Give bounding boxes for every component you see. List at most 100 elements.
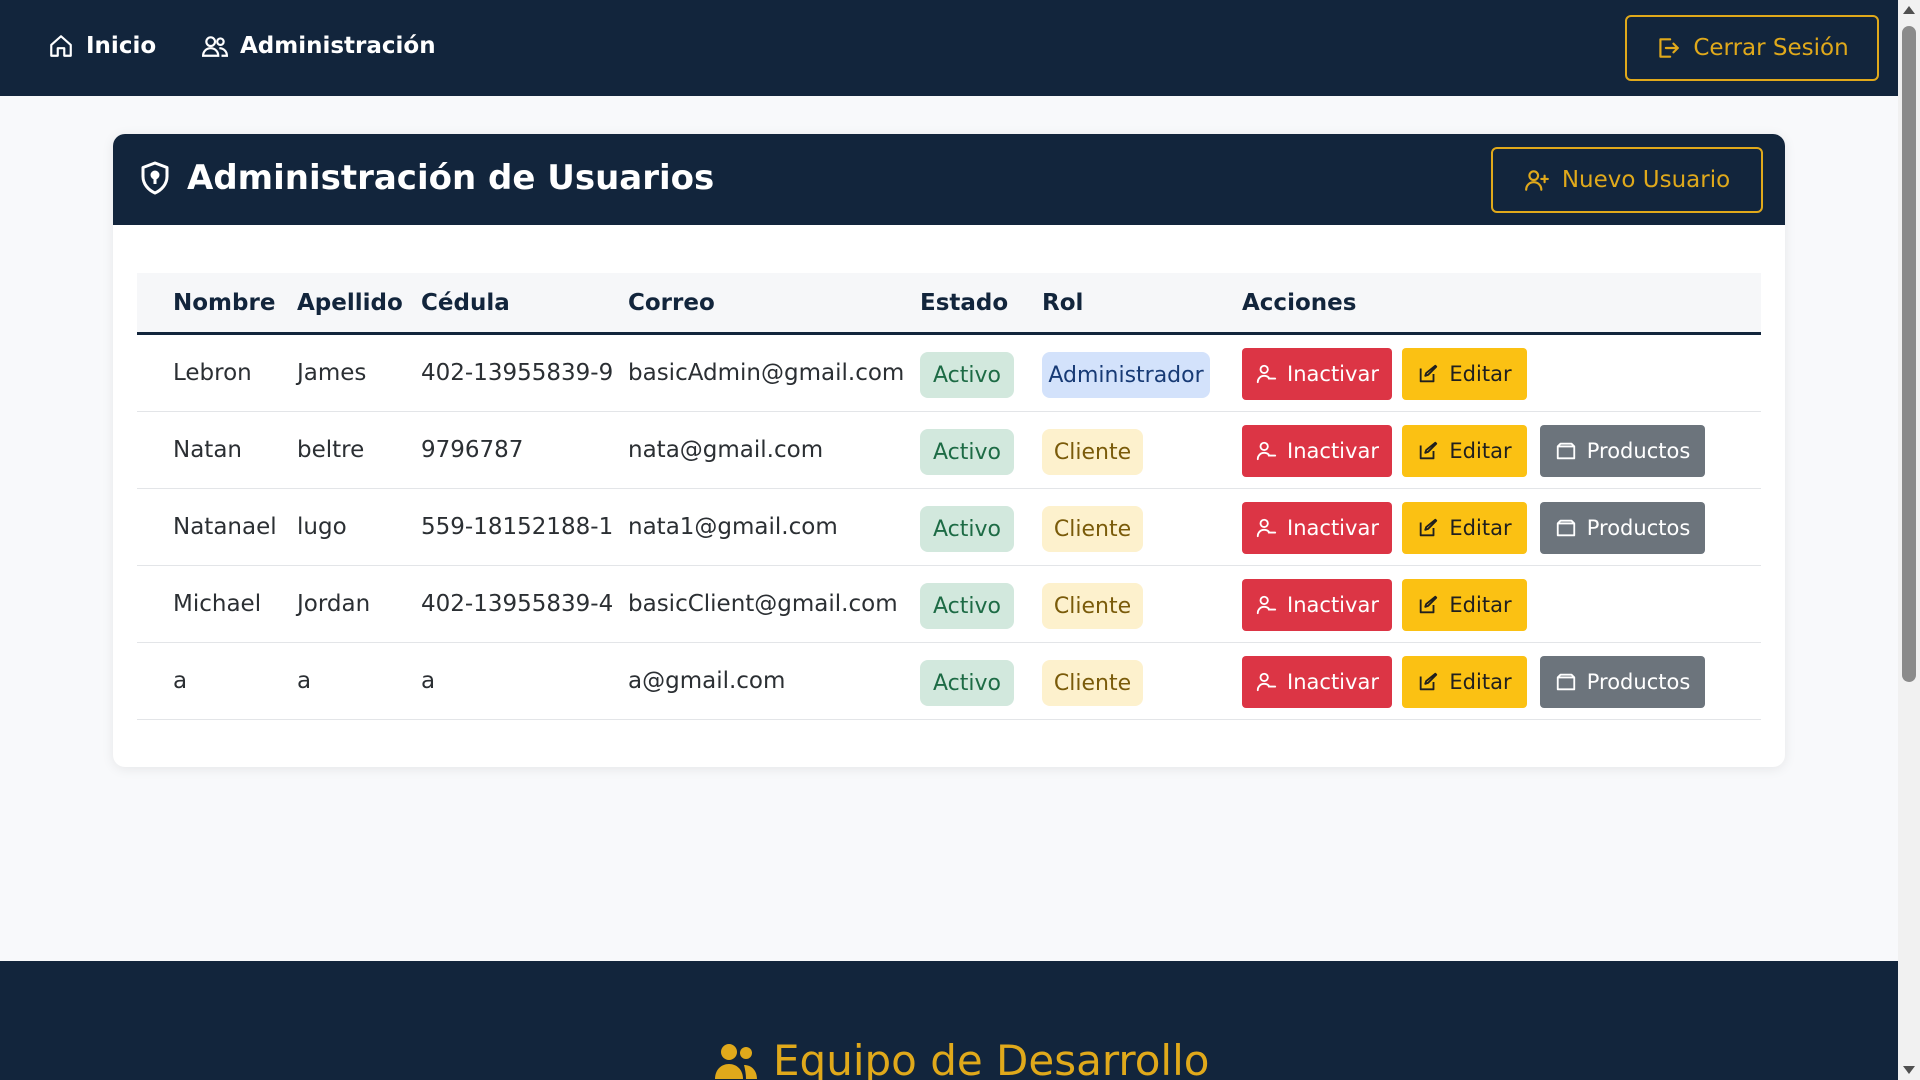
home-icon: [50, 35, 72, 57]
cell-nombre: Natanael: [173, 514, 277, 540]
vertical-scrollbar[interactable]: [1898, 0, 1920, 1080]
deactivate-label: Inactivar: [1287, 670, 1379, 694]
edit-button[interactable]: Editar: [1402, 656, 1527, 708]
status-badge: Activo: [920, 352, 1014, 398]
cell-nombre: Lebron: [173, 360, 252, 386]
deactivate-button[interactable]: Inactivar: [1242, 425, 1392, 477]
table-row: Lebron James 402-13955839-9 basicAdmin@g…: [137, 335, 1761, 412]
role-badge: Cliente: [1042, 506, 1143, 552]
status-badge: Activo: [920, 429, 1014, 475]
table-row: Natanael lugo 559-18152188-1 nata1@gmail…: [137, 489, 1761, 566]
deactivate-label: Inactivar: [1287, 593, 1379, 617]
nav-admin-link[interactable]: Administración: [202, 33, 436, 59]
users-admin-card: Administración de Usuarios Nuevo Usuario…: [113, 134, 1785, 767]
user-slash-icon: [1256, 595, 1277, 615]
cell-correo: a@gmail.com: [628, 668, 786, 694]
footer-title: Equipo de Desarrollo: [713, 1036, 1209, 1080]
edit-label: Editar: [1449, 362, 1512, 386]
table-row: a a a a@gmail.com Activo Cliente Inactiv…: [137, 643, 1761, 720]
edit-label: Editar: [1449, 593, 1512, 617]
header-correo: Correo: [628, 290, 715, 316]
edit-icon: [1420, 518, 1438, 537]
nav-home-label: Inicio: [86, 33, 157, 59]
cell-nombre: Natan: [173, 437, 242, 463]
header-rol: Rol: [1042, 290, 1084, 316]
logout-button[interactable]: Cerrar Sesión: [1625, 15, 1879, 81]
cell-apellido: beltre: [297, 437, 365, 463]
header-nombre: Nombre: [173, 290, 276, 316]
users-table: Nombre Apellido Cédula Correo Estado Rol…: [137, 273, 1761, 720]
status-badge: Activo: [920, 506, 1014, 552]
edit-label: Editar: [1449, 439, 1512, 463]
deactivate-button[interactable]: Inactivar: [1242, 579, 1392, 631]
scroll-up-arrow-icon[interactable]: [1903, 6, 1915, 14]
edit-button[interactable]: Editar: [1402, 348, 1527, 400]
products-button[interactable]: Productos: [1540, 502, 1705, 554]
deactivate-label: Inactivar: [1287, 516, 1379, 540]
products-label: Productos: [1586, 670, 1691, 694]
table-row: Natan beltre 9796787 nata@gmail.com Acti…: [137, 412, 1761, 489]
cell-apellido: James: [297, 360, 367, 386]
users-icon: [202, 36, 228, 57]
cell-correo: basicAdmin@gmail.com: [628, 360, 905, 386]
deactivate-label: Inactivar: [1287, 439, 1379, 463]
cell-correo: basicClient@gmail.com: [628, 591, 898, 617]
deactivate-button[interactable]: Inactivar: [1242, 502, 1392, 554]
cell-cedula: 559-18152188-1: [421, 514, 614, 540]
products-button[interactable]: Productos: [1540, 425, 1705, 477]
cell-cedula: a: [421, 668, 436, 694]
edit-icon: [1420, 595, 1438, 614]
footer: Equipo de Desarrollo: [0, 961, 1898, 1080]
deactivate-button[interactable]: Inactivar: [1242, 656, 1392, 708]
products-button[interactable]: Productos: [1540, 656, 1705, 708]
cell-correo: nata1@gmail.com: [628, 514, 838, 540]
page-title: Administración de Usuarios: [137, 158, 714, 198]
role-badge: Cliente: [1042, 583, 1143, 629]
edit-icon: [1420, 441, 1438, 460]
cell-nombre: a: [173, 668, 188, 694]
cell-apellido: Jordan: [297, 591, 371, 617]
user-slash-icon: [1256, 364, 1277, 384]
table-header-row: Nombre Apellido Cédula Correo Estado Rol…: [137, 273, 1761, 335]
cell-correo: nata@gmail.com: [628, 437, 824, 463]
logout-icon: [1659, 38, 1680, 58]
logout-label: Cerrar Sesión: [1693, 35, 1849, 61]
cell-cedula: 9796787: [421, 437, 524, 463]
edit-button[interactable]: Editar: [1402, 425, 1527, 477]
products-label: Productos: [1586, 516, 1691, 540]
box-icon: [1556, 442, 1575, 460]
footer-title-text: Equipo de Desarrollo: [773, 1036, 1210, 1080]
deactivate-button[interactable]: Inactivar: [1242, 348, 1392, 400]
header-cedula: Cédula: [421, 290, 510, 316]
role-badge: Administrador: [1042, 352, 1210, 398]
user-slash-icon: [1256, 441, 1277, 461]
top-navbar: Inicio Administración Cerrar Sesión: [0, 0, 1898, 96]
role-badge: Cliente: [1042, 429, 1143, 475]
add-user-icon: [1524, 170, 1549, 191]
box-icon: [1556, 673, 1575, 691]
edit-button[interactable]: Editar: [1402, 579, 1527, 631]
nav-home-link[interactable]: Inicio: [48, 33, 156, 59]
cell-apellido: a: [297, 668, 312, 694]
table-row: Michael Jordan 402-13955839-4 basicClien…: [137, 566, 1761, 643]
deactivate-label: Inactivar: [1287, 362, 1379, 386]
header-estado: Estado: [920, 290, 1009, 316]
new-user-label: Nuevo Usuario: [1561, 167, 1731, 193]
new-user-button[interactable]: Nuevo Usuario: [1491, 147, 1763, 213]
edit-icon: [1420, 672, 1438, 691]
status-badge: Activo: [920, 583, 1014, 629]
box-icon: [1556, 519, 1575, 537]
header-apellido: Apellido: [297, 290, 403, 316]
cell-apellido: lugo: [297, 514, 347, 540]
role-badge: Cliente: [1042, 660, 1143, 706]
page-title-text: Administración de Usuarios: [187, 158, 715, 198]
products-label: Productos: [1586, 439, 1691, 463]
cell-nombre: Michael: [173, 591, 262, 617]
scroll-down-arrow-icon[interactable]: [1903, 1066, 1915, 1074]
nav-admin-label: Administración: [240, 33, 436, 59]
edit-button[interactable]: Editar: [1402, 502, 1527, 554]
header-acciones: Acciones: [1242, 290, 1357, 316]
edit-label: Editar: [1449, 516, 1512, 540]
scrollbar-thumb[interactable]: [1902, 26, 1916, 682]
edit-icon: [1420, 364, 1438, 383]
